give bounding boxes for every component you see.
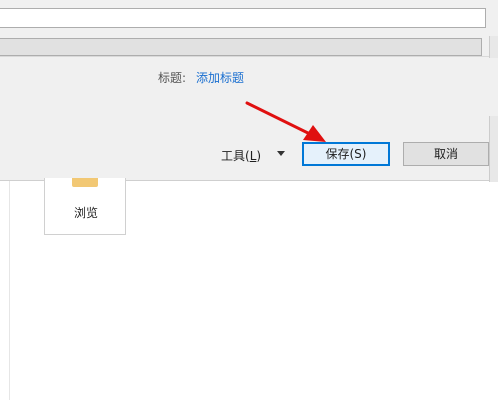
folder-item[interactable]: 浏览: [44, 178, 126, 235]
screen: 标题: 添加标题 工具(L) 保存(S) 取消 浏览: [0, 0, 498, 400]
tools-label-prefix: 工具(: [221, 149, 250, 163]
tools-label-suffix: ): [256, 149, 262, 163]
folder-label: 浏览: [73, 206, 98, 220]
title-label: 标题:: [158, 71, 187, 85]
save-type-combo[interactable]: [0, 38, 482, 56]
tools-button[interactable]: 工具(L): [221, 147, 261, 164]
save-dialog-footer: 标题: 添加标题 工具(L) 保存(S) 取消: [0, 0, 498, 182]
add-title-link[interactable]: 添加标题: [196, 69, 244, 86]
folder-icon: [72, 178, 98, 187]
chevron-down-icon[interactable]: [277, 151, 285, 156]
divider: [0, 56, 498, 57]
scrollbar-edge: [489, 116, 498, 182]
cancel-button[interactable]: 取消: [403, 142, 489, 166]
divider: [9, 181, 10, 400]
scrollbar-edge: [489, 36, 498, 58]
filename-field[interactable]: [0, 8, 486, 28]
save-button[interactable]: 保存(S): [302, 142, 390, 166]
